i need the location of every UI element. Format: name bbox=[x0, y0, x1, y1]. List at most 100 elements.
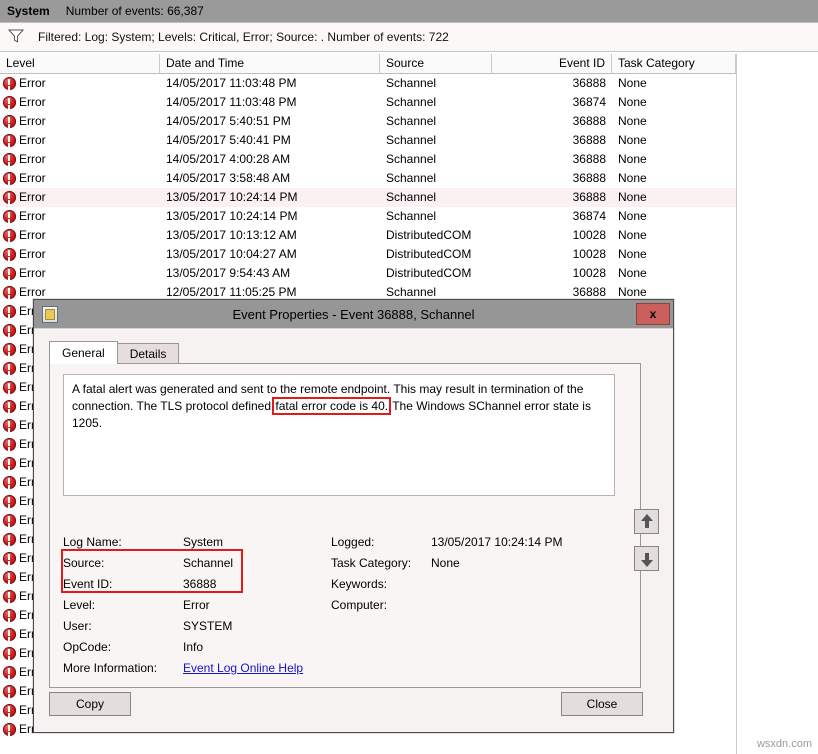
detail-value: SYSTEM bbox=[183, 619, 233, 633]
cell-level: Error bbox=[19, 76, 46, 90]
detail-label: Level: bbox=[63, 598, 96, 612]
cell-source: DistributedCOM bbox=[386, 266, 472, 280]
cell-datetime: 14/05/2017 5:40:51 PM bbox=[166, 114, 291, 128]
column-header-datetime[interactable]: Date and Time bbox=[160, 54, 380, 73]
tab-details[interactable]: Details bbox=[116, 343, 180, 364]
cell-datetime: 13/05/2017 10:24:14 PM bbox=[166, 190, 298, 204]
event-row[interactable]: Error 14/05/2017 11:03:48 PM Schannel 36874… bbox=[0, 93, 818, 112]
error-icon bbox=[3, 324, 16, 337]
event-row[interactable]: Error 14/05/2017 11:03:48 PM Schannel 36888… bbox=[0, 74, 818, 93]
next-event-button[interactable] bbox=[634, 546, 659, 571]
cell-datetime: 14/05/2017 3:58:48 AM bbox=[166, 171, 291, 185]
funnel-icon bbox=[7, 29, 25, 46]
detail-label: Event ID: bbox=[63, 577, 113, 591]
event-row[interactable]: Error 13/05/2017 10:24:14 PM Schannel 36888… bbox=[0, 188, 818, 207]
cell-source: Schannel bbox=[386, 76, 437, 90]
error-icon bbox=[3, 647, 16, 660]
cell-datetime: 14/05/2017 4:00:28 AM bbox=[166, 152, 291, 166]
event-count-label: Number of events: 66,387 bbox=[65, 4, 204, 18]
event-row[interactable]: Error 13/05/2017 10:13:12 AM DistributedCO… bbox=[0, 226, 818, 245]
cell-event_id: 36874 bbox=[572, 209, 606, 223]
cell-datetime: 14/05/2017 5:40:41 PM bbox=[166, 133, 291, 147]
cell-source: Schannel bbox=[386, 209, 437, 223]
close-icon[interactable]: x bbox=[636, 303, 670, 325]
event-row[interactable]: Error 14/05/2017 4:00:28 AM Schannel 36888 N… bbox=[0, 150, 818, 169]
cell-task_category: None bbox=[618, 190, 647, 204]
error-icon bbox=[3, 210, 16, 223]
detail-label: Source: bbox=[63, 556, 105, 570]
filter-bar[interactable]: Filtered: Log: System; Levels: Critical,… bbox=[0, 22, 818, 52]
column-header-level[interactable]: Level bbox=[0, 54, 160, 73]
dialog-title: Event Properties - Event 36888, Schannel bbox=[232, 306, 475, 322]
dialog-titlebar[interactable]: Event Properties - Event 36888, Schannel… bbox=[34, 300, 673, 328]
cell-event_id: 36888 bbox=[572, 76, 606, 90]
event-row[interactable]: Error 13/05/2017 9:54:43 AM DistributedCOM… bbox=[0, 264, 818, 283]
cell-level: Error bbox=[19, 114, 46, 128]
cell-source: Schannel bbox=[386, 171, 437, 185]
tab-general[interactable]: General bbox=[49, 341, 118, 364]
event-message-box[interactable]: A fatal alert was generated and sent to … bbox=[63, 374, 615, 496]
detail-value: Schannel bbox=[183, 556, 234, 570]
dialog-footer: Copy Close bbox=[34, 688, 673, 732]
detail-value: System bbox=[183, 535, 224, 549]
cell-task_category: None bbox=[618, 171, 647, 185]
error-icon bbox=[3, 248, 16, 261]
error-icon bbox=[3, 590, 16, 603]
detail-value: Error bbox=[183, 598, 210, 612]
cell-task_category: None bbox=[618, 133, 647, 147]
cell-event_id: 10028 bbox=[572, 266, 606, 280]
cell-level: Error bbox=[19, 209, 46, 223]
cell-level: Error bbox=[19, 133, 46, 147]
previous-event-button[interactable] bbox=[634, 509, 659, 534]
detail-label: Task Category: bbox=[331, 556, 412, 570]
cell-level: Error bbox=[19, 152, 46, 166]
column-header-event_id[interactable]: Event ID bbox=[492, 54, 612, 73]
copy-button[interactable]: Copy bbox=[49, 692, 131, 716]
close-button[interactable]: Close bbox=[561, 692, 643, 716]
cell-source: Schannel bbox=[386, 190, 437, 204]
cell-source: DistributedCOM bbox=[386, 247, 472, 261]
general-tab-panel: A fatal alert was generated and sent to … bbox=[49, 363, 641, 688]
event-row[interactable]: Error 14/05/2017 5:40:41 PM Schannel 36888 N… bbox=[0, 131, 818, 150]
dialog-tabs[interactable]: General Details bbox=[49, 341, 180, 364]
event-row[interactable]: Error 13/05/2017 10:24:14 PM Schannel 36874… bbox=[0, 207, 818, 226]
detail-label: Keywords: bbox=[331, 577, 388, 591]
cell-event_id: 36874 bbox=[572, 95, 606, 109]
detail-value: None bbox=[431, 556, 460, 570]
event-row[interactable]: Error 14/05/2017 3:58:48 AM Schannel 36888 N… bbox=[0, 169, 818, 188]
cell-datetime: 13/05/2017 10:13:12 AM bbox=[166, 228, 297, 242]
cell-event_id: 36888 bbox=[572, 114, 606, 128]
cell-level: Error bbox=[19, 171, 46, 185]
cell-level: Error bbox=[19, 228, 46, 242]
cell-datetime: 13/05/2017 10:04:27 AM bbox=[166, 247, 297, 261]
event-row[interactable]: Error 13/05/2017 10:04:27 AM DistributedCO… bbox=[0, 245, 818, 264]
cell-level: Error bbox=[19, 95, 46, 109]
event-properties-dialog[interactable]: Event Properties - Event 36888, Schannel… bbox=[33, 299, 674, 733]
detail-row: Source: Schannel Task Category: None bbox=[63, 553, 623, 574]
error-icon bbox=[3, 286, 16, 299]
cell-event_id: 36888 bbox=[572, 133, 606, 147]
error-icon bbox=[3, 229, 16, 242]
log-summary-bar: System Number of events: 66,387 bbox=[0, 0, 818, 22]
error-icon bbox=[3, 609, 16, 622]
event-detail-grid: Log Name: System Logged: 13/05/2017 10:24:1… bbox=[63, 532, 623, 679]
cell-task_category: None bbox=[618, 209, 647, 223]
column-header-task_category[interactable]: Task Category bbox=[612, 54, 736, 73]
error-icon bbox=[3, 381, 16, 394]
column-header-source[interactable]: Source bbox=[380, 54, 492, 73]
error-icon bbox=[3, 134, 16, 147]
event-log-online-help-link[interactable]: Event Log Online Help bbox=[183, 658, 303, 679]
error-icon bbox=[3, 628, 16, 641]
cell-level: Error bbox=[19, 190, 46, 204]
cell-event_id: 10028 bbox=[572, 247, 606, 261]
event-row[interactable]: Error 14/05/2017 5:40:51 PM Schannel 36888 N… bbox=[0, 112, 818, 131]
message-highlighted-error-code: fatal error code is 40. bbox=[275, 399, 389, 413]
detail-value: 13/05/2017 10:24:14 PM bbox=[431, 535, 563, 549]
cell-task_category: None bbox=[618, 76, 647, 90]
error-icon bbox=[3, 191, 16, 204]
cell-source: Schannel bbox=[386, 114, 437, 128]
detail-row: User: SYSTEM bbox=[63, 616, 623, 637]
error-icon bbox=[3, 305, 16, 318]
cell-source: Schannel bbox=[386, 152, 437, 166]
cell-datetime: 13/05/2017 9:54:43 AM bbox=[166, 266, 291, 280]
